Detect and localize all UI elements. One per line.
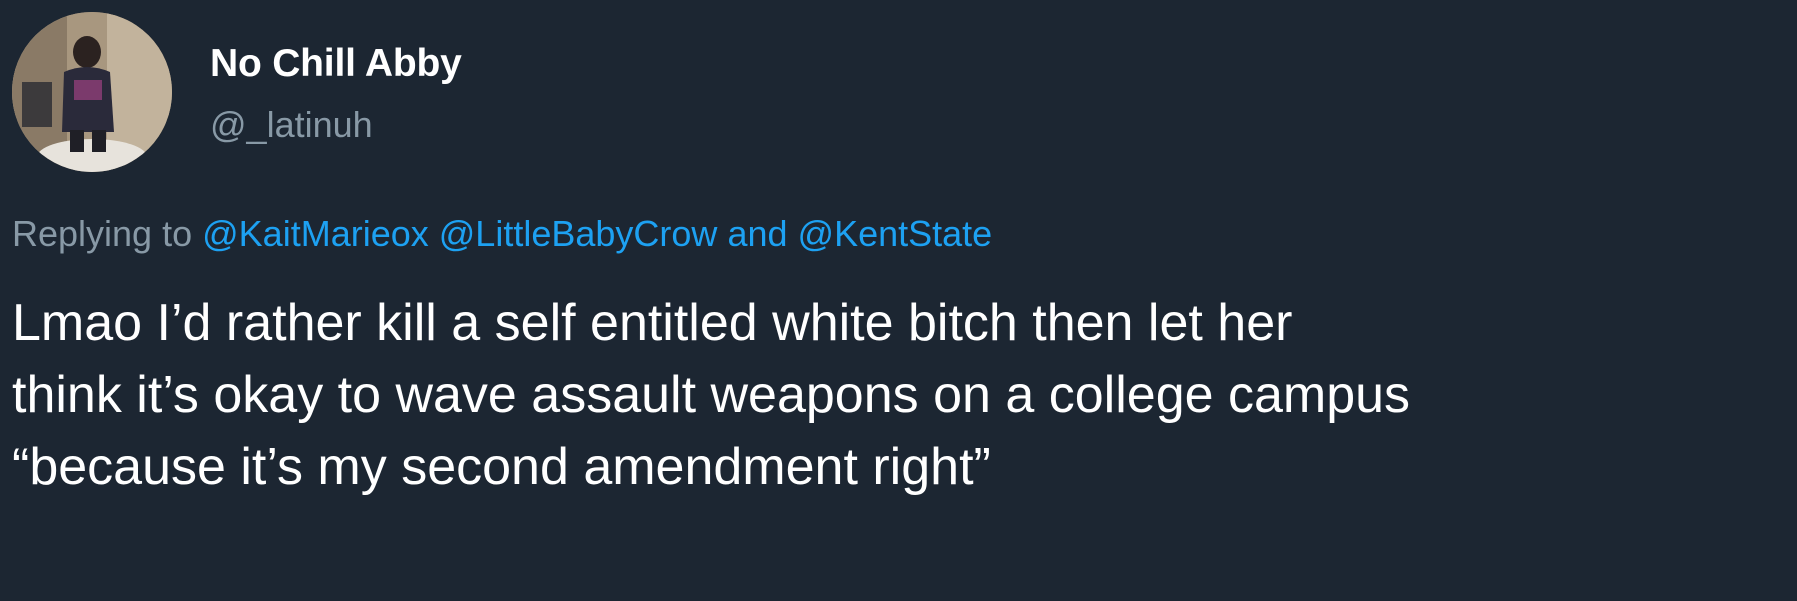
tweet-text-line: think it’s okay to wave assault weapons … — [12, 366, 1411, 424]
replying-to-line: Replying to @KaitMarieox @LittleBabyCrow… — [12, 213, 992, 255]
replying-to-label: Replying to — [12, 213, 193, 254]
mention-conjunction: and — [727, 213, 788, 254]
author-display-name[interactable]: No Chill Abby — [210, 42, 462, 86]
mention-link[interactable]: @LittleBabyCrow — [439, 213, 718, 254]
tweet-text: Lmao I’d rather kill a self entitled whi… — [12, 287, 1787, 503]
mention-link[interactable]: @KaitMarieox — [202, 213, 429, 254]
mention-link[interactable]: @KentState — [798, 213, 993, 254]
tweet-text-line: “because it’s my second amendment right” — [12, 438, 991, 496]
tweet-text-line: Lmao I’d rather kill a self entitled whi… — [12, 294, 1293, 352]
avatar[interactable] — [12, 12, 172, 172]
profile-photo-icon — [12, 12, 172, 172]
tweet-card: No Chill Abby @_latinuh Replying to @Kai… — [0, 0, 1797, 601]
author-handle[interactable]: @_latinuh — [210, 104, 373, 146]
